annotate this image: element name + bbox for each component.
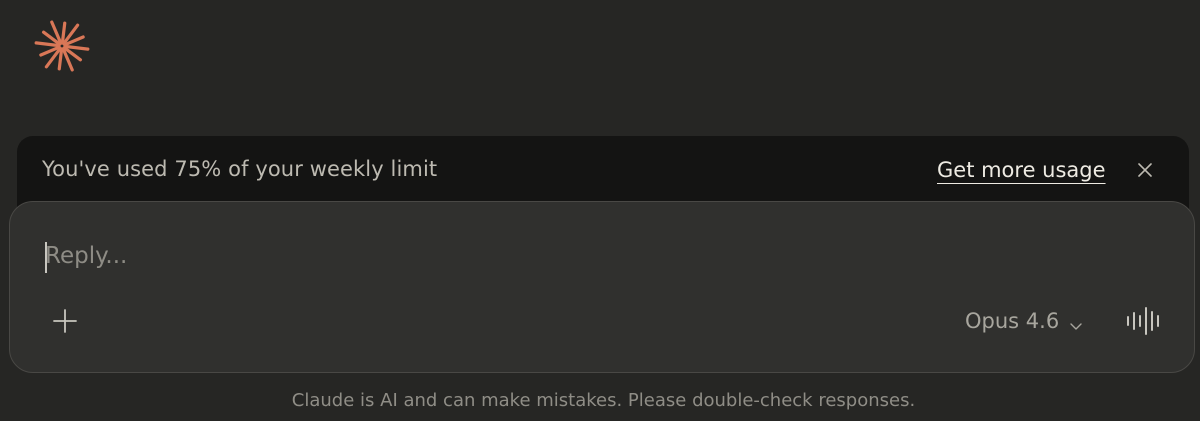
chevron-down-icon	[1069, 316, 1083, 330]
text-caret	[45, 242, 47, 273]
usage-limit-message: You've used 75% of your weekly limit	[42, 157, 438, 181]
plus-icon[interactable]	[50, 306, 80, 336]
model-name: Opus 4.6	[965, 309, 1060, 333]
ai-disclaimer: Claude is AI and can make mistakes. Plea…	[291, 390, 916, 411]
message-composer: Opus 4.6	[9, 201, 1195, 373]
close-icon[interactable]	[1135, 160, 1155, 180]
claude-spark-icon	[33, 17, 91, 75]
chat-page: You've used 75% of your weekly limit Get…	[0, 0, 1200, 421]
voice-waveform-icon[interactable]	[1125, 306, 1165, 336]
get-more-usage-link[interactable]: Get more usage	[937, 158, 1106, 182]
model-selector[interactable]: Opus 4.6	[965, 306, 1083, 336]
reply-input[interactable]	[45, 236, 945, 276]
